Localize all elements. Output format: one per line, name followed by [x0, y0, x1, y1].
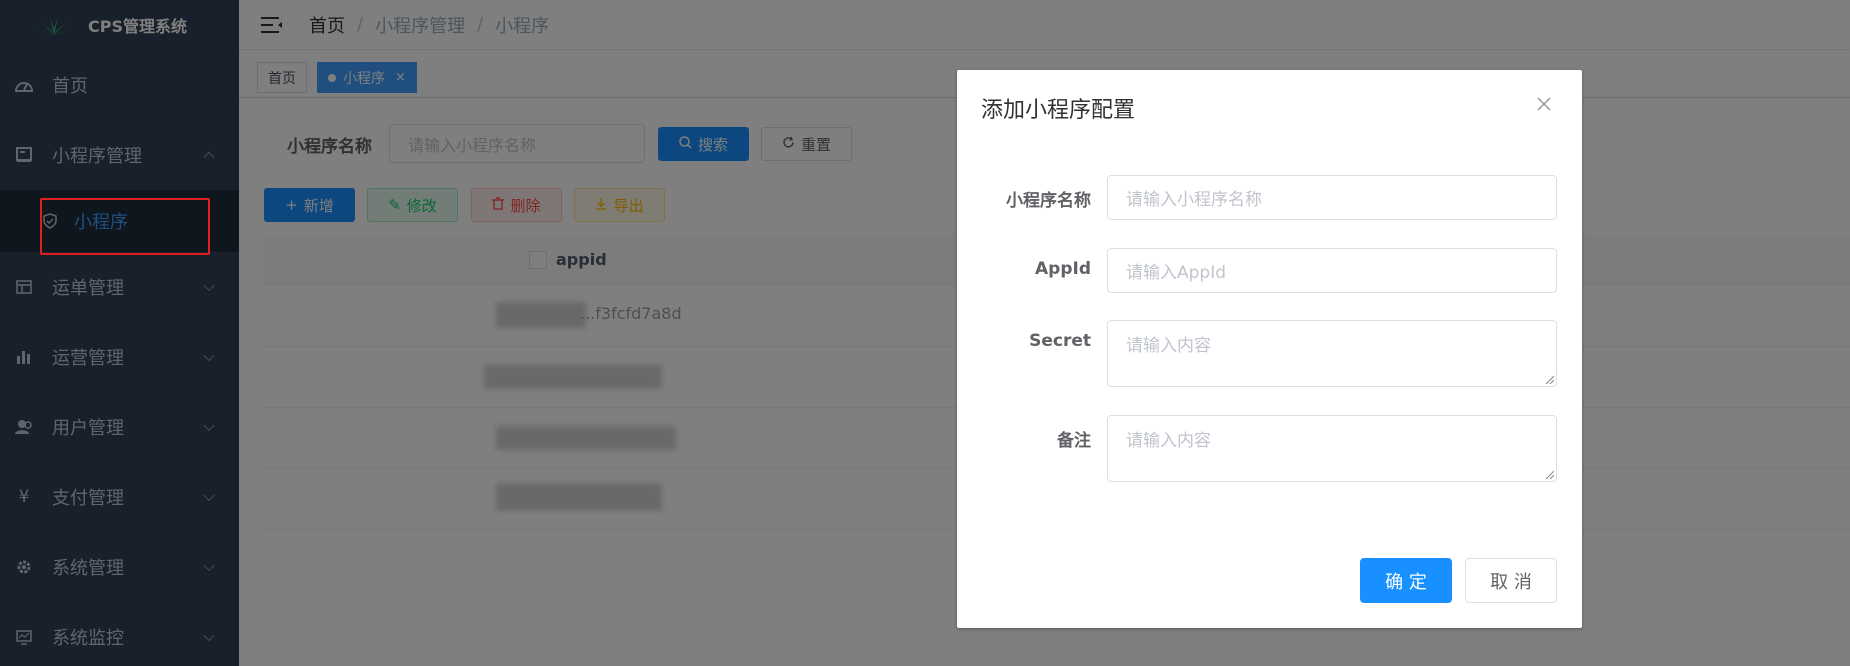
remark-textarea[interactable]: 请输入内容 — [1107, 415, 1557, 482]
remark-placeholder: 请输入内容 — [1126, 431, 1211, 451]
cancel-button[interactable]: 取 消 — [1465, 558, 1557, 603]
secret-textarea[interactable]: 请输入内容 — [1107, 320, 1557, 387]
name-input[interactable]: 请输入小程序名称 — [1107, 175, 1557, 220]
name-placeholder: 请输入小程序名称 — [1126, 190, 1262, 210]
resize-handle-icon[interactable] — [1544, 469, 1554, 479]
appid-placeholder: 请输入AppId — [1126, 263, 1227, 283]
field-label-name: 小程序名称 — [1006, 191, 1091, 211]
close-icon[interactable] — [1536, 96, 1552, 112]
field-label-secret: Secret — [1029, 331, 1091, 351]
resize-handle-icon[interactable] — [1544, 374, 1554, 384]
dialog-title: 添加小程序配置 — [981, 98, 1136, 123]
secret-placeholder: 请输入内容 — [1126, 336, 1211, 356]
confirm-button[interactable]: 确 定 — [1360, 558, 1452, 603]
field-label-appid: AppId — [1035, 259, 1091, 279]
cancel-button-label: 取 消 — [1490, 571, 1532, 593]
add-config-dialog: 添加小程序配置 小程序名称 请输入小程序名称 AppId 请输入AppId Se… — [957, 70, 1582, 628]
appid-input[interactable]: 请输入AppId — [1107, 248, 1557, 293]
confirm-button-label: 确 定 — [1385, 571, 1427, 593]
field-label-remark: 备注 — [1057, 431, 1091, 451]
